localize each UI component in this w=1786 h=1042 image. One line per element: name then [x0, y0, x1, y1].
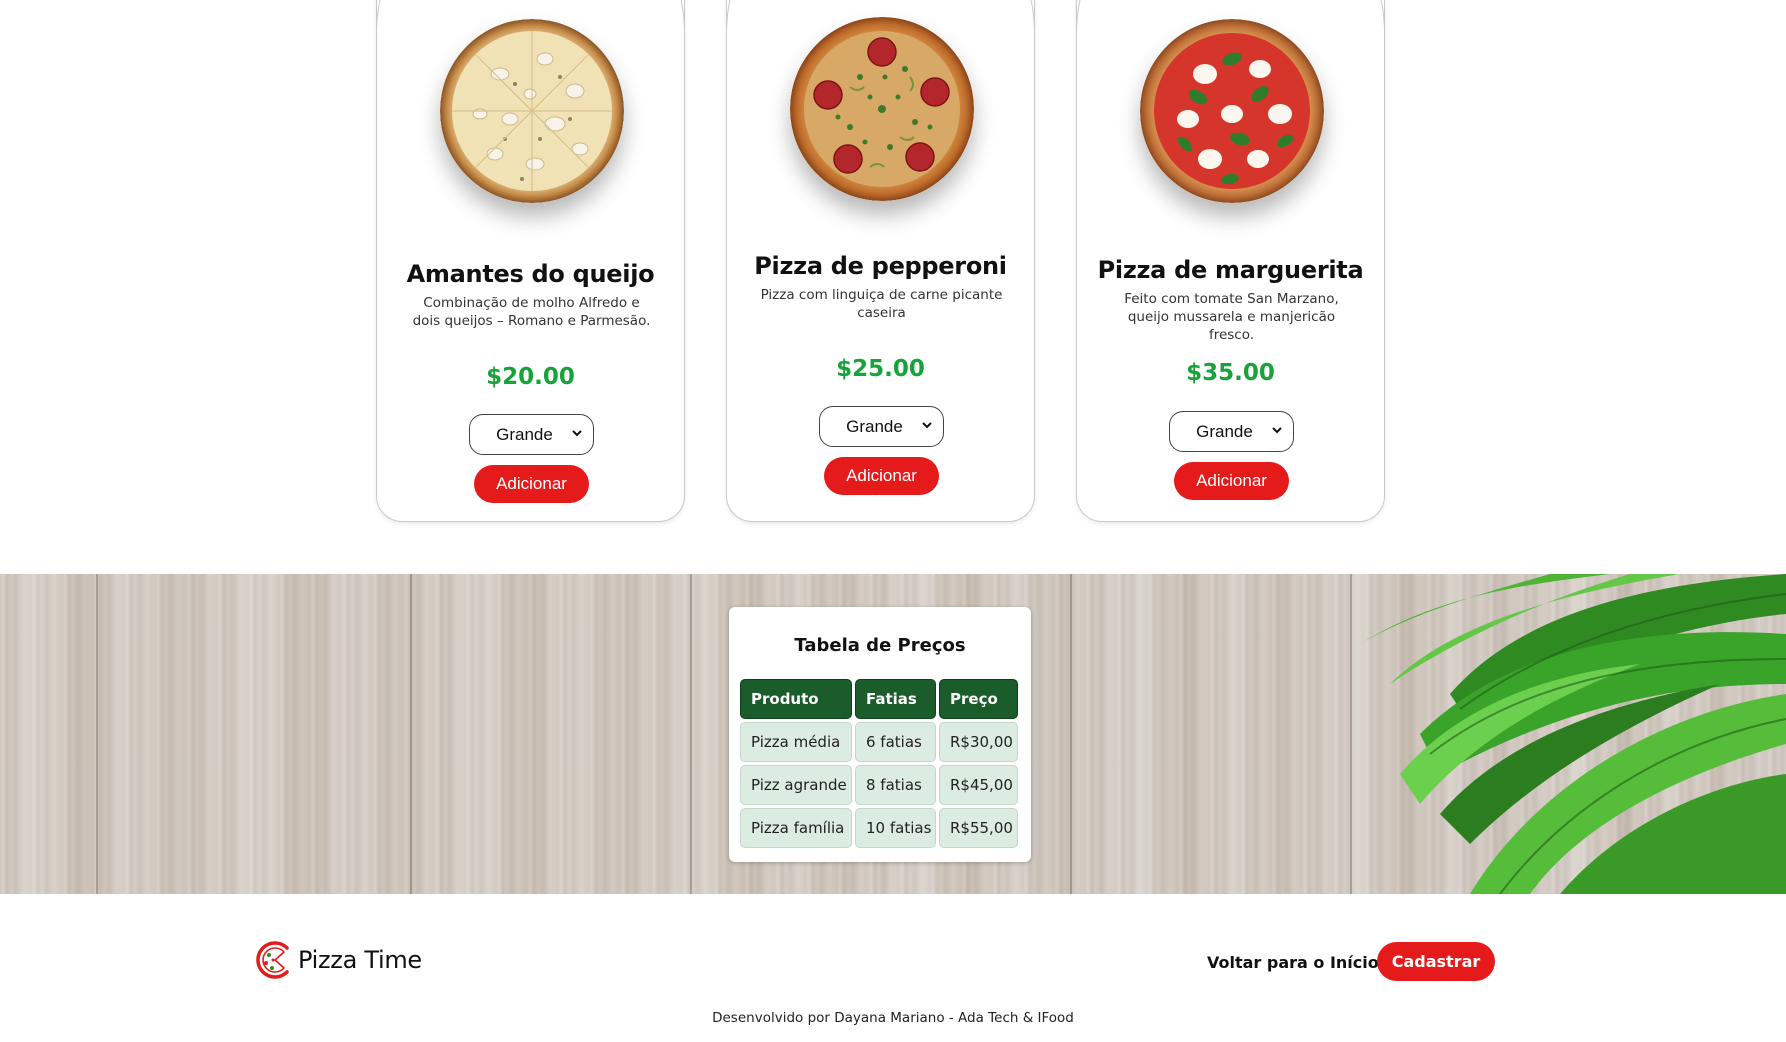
- wood-plank-divider: [690, 574, 692, 894]
- size-select-value: Grande: [496, 424, 553, 444]
- brand-name: Pizza Time: [298, 946, 422, 974]
- brand-logo[interactable]: Pizza Time: [256, 940, 422, 980]
- table-cell: 10 fatias: [855, 808, 936, 848]
- wood-plank-divider: [96, 574, 98, 894]
- table-cell: Pizza média: [740, 722, 852, 762]
- card-price: $20.00: [486, 364, 575, 390]
- table-header-cell: Fatias: [855, 679, 936, 719]
- footer-credits: Desenvolvido por Dayana Mariano - Ada Te…: [712, 1010, 1074, 1026]
- chevron-down-icon: [922, 422, 932, 429]
- card-price: $35.00: [1186, 360, 1275, 386]
- size-select[interactable]: Grande: [469, 414, 594, 455]
- register-button[interactable]: Cadastrar: [1377, 942, 1495, 981]
- pizza-card-cheese: Amantes do queijo Combinação de molho Al…: [376, 0, 685, 522]
- wood-plank-divider: [410, 574, 412, 894]
- table-header-cell: Preço: [939, 679, 1018, 719]
- add-to-cart-button[interactable]: Adicionar: [474, 465, 589, 503]
- add-to-cart-button[interactable]: Adicionar: [1174, 462, 1289, 500]
- price-table-title: Tabela de Preços: [794, 635, 966, 656]
- table-cell: R$30,00: [939, 722, 1018, 762]
- table-cell: Pizza família: [740, 808, 852, 848]
- pizza-menu: Amantes do queijo Combinação de molho Al…: [0, 0, 1786, 574]
- size-select-value: Grande: [846, 416, 903, 436]
- table-header-cell: Produto: [740, 679, 852, 719]
- basil-leaves-image: [1360, 574, 1786, 894]
- card-description: Combinação de molho Alfredo e dois queij…: [412, 295, 651, 329]
- back-to-home-link[interactable]: Voltar para o Início: [1207, 953, 1379, 972]
- pepperoni-pizza-image: [790, 17, 974, 201]
- wood-plank-divider: [1070, 574, 1072, 894]
- add-to-cart-button[interactable]: Adicionar: [824, 457, 939, 495]
- size-select[interactable]: Grande: [1169, 411, 1294, 452]
- chevron-down-icon: [572, 430, 582, 437]
- card-price: $25.00: [836, 356, 925, 382]
- card-description: Feito com tomate San Marzano, queijo mus…: [1124, 291, 1339, 343]
- size-select[interactable]: Grande: [819, 406, 944, 447]
- card-title: Amantes do queijo: [406, 260, 655, 288]
- table-cell: 8 fatias: [855, 765, 936, 805]
- card-title: Pizza de marguerita: [1097, 256, 1364, 284]
- footer: Pizza Time Voltar para o Início Cadastra…: [0, 894, 1786, 1042]
- pizza-logo-icon: [256, 941, 289, 979]
- pizza-card-margherita: Pizza de marguerita Feito com tomate San…: [1076, 0, 1385, 522]
- card-title: Pizza de pepperoni: [754, 252, 1007, 280]
- chevron-down-icon: [1272, 427, 1282, 434]
- margherita-pizza-image: [1140, 19, 1324, 203]
- table-cell: R$45,00: [939, 765, 1018, 805]
- table-cell: Pizz agrande: [740, 765, 852, 805]
- cheese-pizza-image: [440, 19, 624, 203]
- card-description: Pizza com linguiça de carne picante case…: [760, 287, 1003, 321]
- table-cell: 6 fatias: [855, 722, 936, 762]
- table-cell: R$55,00: [939, 808, 1018, 848]
- pizza-card-pepperoni: Pizza de pepperoni Pizza com linguiça de…: [726, 0, 1035, 522]
- price-table-card: Tabela de Preços Produto Fatias Preço Pi…: [729, 607, 1031, 862]
- size-select-value: Grande: [1196, 421, 1253, 441]
